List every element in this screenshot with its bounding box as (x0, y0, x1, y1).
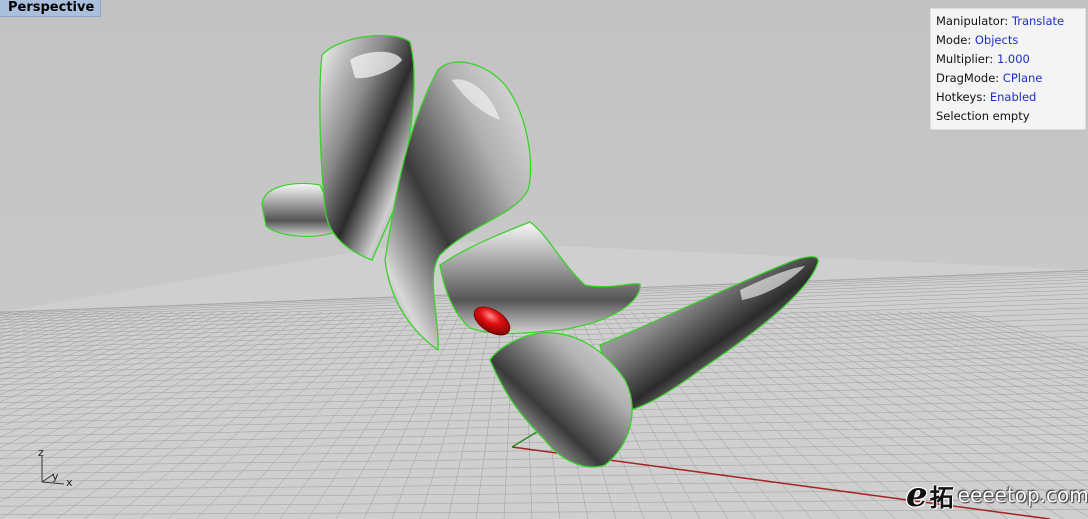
perspective-viewport[interactable]: Perspective Manipulator: Translate Mode:… (0, 0, 1088, 519)
hud-row-manipulator[interactable]: Manipulator: Translate (936, 12, 1081, 31)
hud-value[interactable]: 1.000 (997, 52, 1030, 66)
hud-row-hotkeys[interactable]: Hotkeys: Enabled (936, 88, 1081, 107)
axis-indicator-icon: z y x (36, 446, 80, 490)
watermark-logo: e (906, 475, 928, 515)
axis-label-x: x (66, 476, 73, 489)
watermark-site: eeeetop.com (957, 483, 1088, 507)
hud-label: Hotkeys: (936, 90, 987, 104)
hud-label: Manipulator: (936, 14, 1009, 28)
axis-label-y: y (52, 470, 59, 483)
hud-value[interactable]: Enabled (990, 90, 1036, 104)
manipulator-hud: Manipulator: Translate Mode: Objects Mul… (930, 8, 1086, 130)
axis-label-z: z (38, 446, 44, 459)
hud-label: DragMode: (936, 71, 1000, 85)
hud-value[interactable]: Translate (1012, 14, 1064, 28)
scene-canvas[interactable] (0, 0, 1088, 519)
selection-status: Selection empty (936, 109, 1030, 123)
hud-row-multiplier[interactable]: Multiplier: 1.000 (936, 50, 1081, 69)
hud-value[interactable]: CPlane (1003, 71, 1043, 85)
hud-value[interactable]: Objects (975, 33, 1018, 47)
hud-row-mode[interactable]: Mode: Objects (936, 31, 1081, 50)
hud-row-dragmode[interactable]: DragMode: CPlane (936, 69, 1081, 88)
viewport-title-tab[interactable]: Perspective (0, 0, 102, 17)
hud-label: Multiplier: (936, 52, 994, 66)
hud-label: Mode: (936, 33, 972, 47)
watermark: e 拓 eeeetop.com (906, 478, 1088, 512)
hud-row-selection: Selection empty (936, 107, 1081, 126)
watermark-cjk: 拓 (929, 483, 954, 512)
